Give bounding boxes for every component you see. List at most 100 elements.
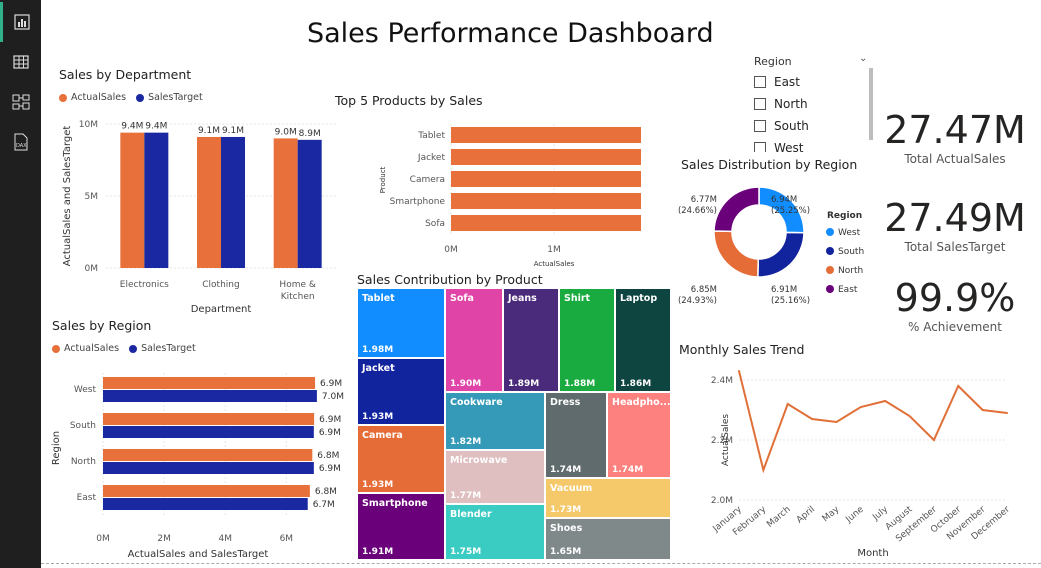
legend-title: Region: [827, 211, 862, 221]
data-point: [1006, 412, 1008, 414]
kpi-card-achievement: 99.9% % Achievement: [871, 276, 1039, 346]
dept-chart-visual[interactable]: Sales by Department ActualSales SalesTar…: [51, 64, 341, 314]
data-point: [786, 403, 789, 405]
slicer-item[interactable]: West: [754, 137, 809, 152]
treemap-tile[interactable]: Shirt 1.88M: [559, 288, 615, 392]
treemap-tile[interactable]: Laptop 1.86M: [615, 288, 671, 392]
treemap-tile[interactable]: Smartphone 1.91M: [357, 493, 445, 560]
slicer-item[interactable]: East: [754, 71, 809, 93]
x-tick-label: May: [821, 504, 842, 524]
donut-data-label: 6.91M: [771, 285, 797, 295]
bar-target: [103, 462, 314, 474]
bar-actual: [120, 132, 145, 268]
y-tick-label: 0M: [85, 264, 99, 274]
treemap-tile-name: Vacuum: [550, 483, 593, 494]
checkbox[interactable]: [754, 120, 766, 132]
data-point: [884, 400, 887, 402]
x-tick-label: Clothing: [202, 280, 239, 290]
treemap-tile-value: 1.90M: [450, 379, 482, 389]
treemap-tile[interactable]: Camera 1.93M: [357, 425, 445, 493]
checkbox[interactable]: [754, 98, 766, 110]
region-chart-visual[interactable]: Sales by Region ActualSales SalesTarget …: [46, 315, 351, 565]
x-axis-title: ActualSales and SalesTarget: [128, 549, 269, 560]
trend-chart-plot: 2.4M2.2M2.0MJanuaryFebruaryMarch April May…: [711, 370, 1012, 559]
donut-chart-visual[interactable]: Sales Distribution by Region 6.94M (25.25…: [677, 152, 877, 322]
treemap-tile[interactable]: Sofa 1.90M: [445, 288, 503, 392]
treemap-tile[interactable]: Jacket 1.93M: [357, 358, 445, 425]
treemap-tile-name: Laptop: [620, 293, 658, 304]
y-axis-title: ActualSales: [721, 414, 731, 466]
treemap-tile-name: Headpho...: [612, 397, 671, 408]
treemap-tile-value: 1.74M: [612, 465, 644, 475]
x-tick-label: 1M: [547, 245, 561, 255]
donut-data-pct: (25.16%): [771, 296, 810, 306]
dax-query-view-icon[interactable]: DAX: [0, 122, 41, 162]
report-view-icon[interactable]: [0, 2, 41, 42]
bar-actual: [197, 136, 221, 268]
treemap-tile-value: 1.74M: [550, 465, 582, 475]
checkbox[interactable]: [754, 76, 766, 88]
bar: [451, 149, 641, 165]
x-tick-label: March: [765, 505, 792, 530]
page-boundary: [41, 563, 1041, 564]
legend-marker: [826, 266, 834, 274]
region-chart-legend: ActualSales SalesTarget: [52, 343, 196, 354]
treemap-tile[interactable]: Jeans 1.89M: [503, 288, 559, 392]
slicer-item[interactable]: North: [754, 93, 809, 115]
treemap-tile-name: Camera: [362, 430, 403, 441]
treemap-tile[interactable]: Tablet 1.98M: [357, 288, 445, 358]
donut-slice: [713, 186, 760, 233]
trend-chart-visual[interactable]: Monthly Sales Trend 2.4M 2.2M 2.0M January F…: [675, 338, 1039, 563]
treemap-tile[interactable]: Microwave 1.77M: [445, 450, 545, 504]
kpi-label: Total SalesTarget: [904, 240, 1006, 254]
top5-chart-visual[interactable]: Top 5 Products by Sales 0M1M2MTablet2.0M…: [331, 88, 641, 268]
data-point: [981, 409, 984, 411]
legend-actual: ActualSales: [59, 92, 126, 103]
bar-actual: [273, 138, 298, 268]
data-label-actual: 6.9M: [320, 379, 342, 389]
table-view-icon[interactable]: [0, 42, 41, 82]
treemap-tile[interactable]: Blender 1.75M: [445, 504, 545, 560]
treemap-tile[interactable]: Headpho... 1.74M: [607, 392, 671, 478]
data-point: [957, 385, 960, 387]
donut-chart-plot: 6.94M(25.25%) 6.91M(25.16%) 6.85M(24.93%) 6…: [678, 186, 864, 306]
slicer-item-label: North: [774, 97, 808, 111]
treemap-tile[interactable]: Cookware 1.82M: [445, 392, 545, 450]
treemap-tile[interactable]: Vacuum 1.73M: [545, 478, 671, 518]
bar-actual: [103, 377, 316, 389]
bar-target: [297, 139, 322, 268]
treemap-tile-name: Shirt: [564, 293, 591, 304]
treemap-tile-name: Cookware: [450, 397, 503, 408]
treemap-tile[interactable]: Dress 1.74M: [545, 392, 607, 478]
y-tick-label: Tablet: [417, 131, 445, 141]
dept-chart-plot: 10M 5M 0M 9.4M 9.4M Electronics 9.1M 9.1M Clothi…: [62, 120, 336, 314]
treemap-tile-value: 1.73M: [550, 505, 582, 515]
donut-data-pct: (24.66%): [678, 206, 717, 216]
legend-label: West: [838, 228, 861, 238]
data-label-target: 6.9M: [319, 428, 341, 438]
treemap-tile-name: Smartphone: [362, 498, 428, 509]
slicer-item[interactable]: South: [754, 115, 809, 137]
chevron-down-icon[interactable]: ⌄: [859, 53, 867, 64]
bar: [451, 171, 641, 187]
model-view-icon[interactable]: [0, 82, 41, 122]
region-slicer[interactable]: Region ⌄ East North South West: [751, 52, 879, 152]
checkbox[interactable]: [754, 142, 766, 152]
bar-actual: [103, 413, 315, 425]
kpi-value: 27.49M: [884, 196, 1026, 240]
kpi-card-target: 27.49M Total SalesTarget: [871, 196, 1039, 266]
x-tick-label: April: [795, 505, 817, 526]
x-axis-title: Month: [857, 548, 888, 559]
y-tick-label: 10M: [79, 120, 98, 130]
legend-actual: ActualSales: [52, 343, 119, 354]
x-tick-label: 2M: [157, 534, 171, 544]
x-tick-label: Electronics: [120, 280, 169, 290]
bar: [451, 215, 641, 231]
treemap-tile[interactable]: Shoes 1.65M: [545, 518, 671, 560]
bar-target: [221, 136, 245, 268]
treemap-tile-value: 1.65M: [550, 547, 582, 557]
bar-target: [103, 426, 314, 438]
slicer-item-label: East: [774, 75, 800, 89]
treemap-tile-value: 1.75M: [450, 547, 482, 557]
treemap-visual[interactable]: Sales Contribution by Product Tablet 1.98…: [353, 268, 673, 563]
